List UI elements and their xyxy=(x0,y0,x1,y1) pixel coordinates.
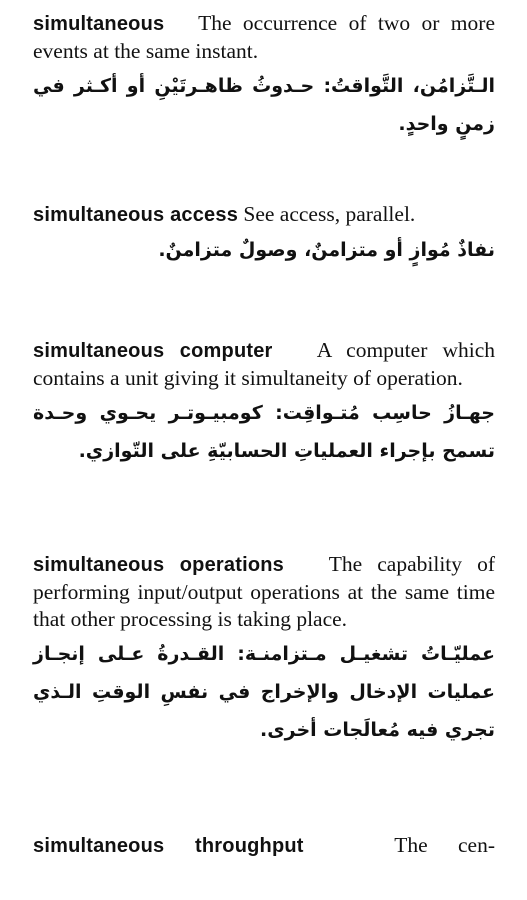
english-definition-block: simultaneous The occurrence of two or mo… xyxy=(33,10,495,65)
english-definition: The cen- xyxy=(394,833,495,857)
dictionary-entry: simultaneous computer A computer which c… xyxy=(33,337,495,470)
english-definition: See access, parallel. xyxy=(243,202,416,226)
entry-term: simultaneous throughput xyxy=(33,835,304,857)
english-definition-block: simultaneous access See access, parallel… xyxy=(33,201,495,229)
arabic-definition: الـتَّزامُن، التَّواقتُ: حـدوثُ ظاهـرتَي… xyxy=(33,75,495,135)
entry-term: simultaneous computer xyxy=(33,340,273,362)
english-definition-block: simultaneous computer A computer which c… xyxy=(33,337,495,392)
arabic-definition: جهـازُ حاسِب مُتـواقِت: كومبيـوتـر يحـوي… xyxy=(33,402,495,462)
english-definition-block: simultaneous operations The capability o… xyxy=(33,551,495,633)
arabic-definition: عمليّـاتُ تشغيـل مـتزامنـة: القـدرةُ عـل… xyxy=(33,643,495,741)
dictionary-entry: simultaneous throughput The cen- xyxy=(33,832,495,860)
entry-term: simultaneous access xyxy=(33,204,239,226)
dictionary-entry: simultaneous The occurrence of two or mo… xyxy=(33,10,495,143)
english-definition-block: simultaneous throughput The cen- xyxy=(33,832,495,860)
entry-term: simultaneous xyxy=(33,13,165,35)
dictionary-entry: simultaneous access See access, parallel… xyxy=(33,201,495,269)
entry-term: simultaneous operations xyxy=(33,554,284,576)
arabic-definition: نفاذٌ مُوازٍ أو متزامنٌ، وصولٌ متزامنٌ. xyxy=(158,239,495,261)
dictionary-entry: simultaneous operations The capability o… xyxy=(33,551,495,749)
